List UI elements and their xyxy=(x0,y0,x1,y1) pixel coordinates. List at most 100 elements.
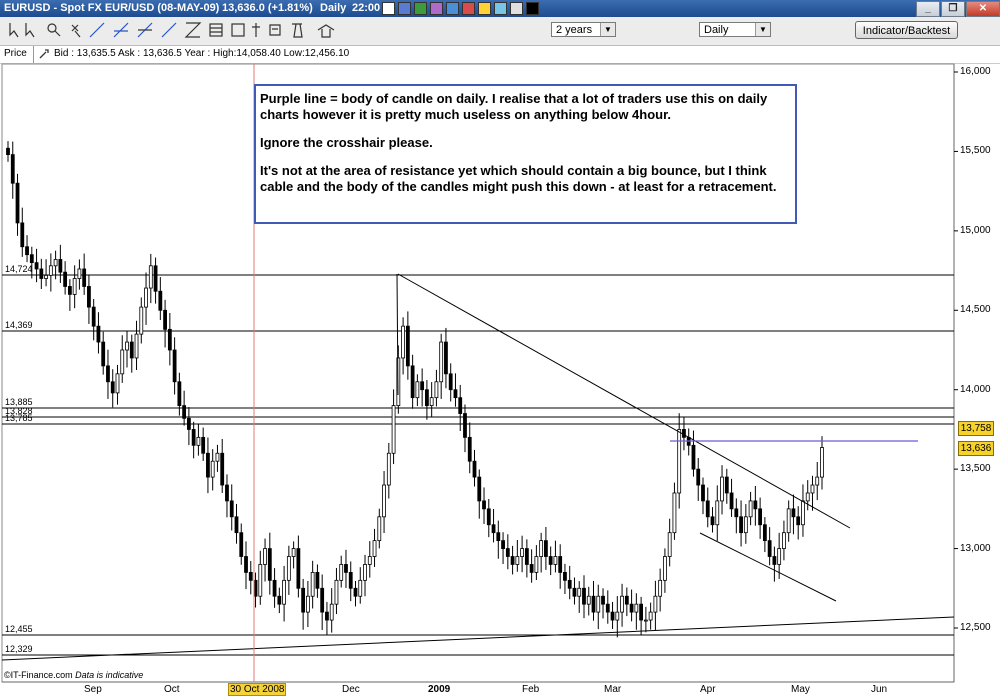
candle-body xyxy=(567,579,572,589)
candle-body xyxy=(134,333,139,359)
candle-body xyxy=(158,290,163,311)
candle-body xyxy=(286,556,291,581)
y-axis-label: 16,000 xyxy=(960,66,991,77)
candle-body xyxy=(325,611,329,621)
candle-body xyxy=(191,429,196,446)
candle-body xyxy=(591,595,596,613)
candle-body xyxy=(458,397,463,414)
candle-body xyxy=(225,484,229,502)
candle-body xyxy=(210,460,215,478)
candle-body xyxy=(139,306,144,335)
candle-body xyxy=(553,556,558,565)
candle-body xyxy=(810,484,815,494)
candle-body xyxy=(643,619,648,622)
candle-body xyxy=(63,271,68,287)
candle-body xyxy=(167,328,172,351)
candle-body xyxy=(153,265,158,292)
candle-body xyxy=(667,532,672,557)
candle-body xyxy=(748,500,753,518)
candle-body xyxy=(434,381,439,399)
y-axis-label: 13,000 xyxy=(960,542,991,554)
candle-body xyxy=(277,595,282,605)
candle-body xyxy=(796,516,801,526)
y-axis-label: 15,000 xyxy=(960,224,991,236)
candle-body xyxy=(82,268,87,287)
candle-body xyxy=(505,548,510,557)
candle-body xyxy=(448,373,453,391)
candle-body xyxy=(20,222,25,248)
candle-body xyxy=(58,259,63,273)
candle-body xyxy=(624,595,629,605)
candle-body xyxy=(401,325,405,359)
candle-body xyxy=(329,603,334,621)
x-axis-label: 30 Oct 2008 xyxy=(228,683,287,696)
candle-body xyxy=(705,500,710,518)
price-badge: 13,636 xyxy=(958,440,994,456)
x-axis-label: Oct xyxy=(164,684,180,695)
candle-body xyxy=(87,286,91,308)
y-axis-label: 14,000 xyxy=(960,383,991,395)
candle-body xyxy=(672,492,677,534)
x-axis-label: 2009 xyxy=(428,684,451,695)
candle-body xyxy=(301,587,306,613)
candle-body xyxy=(496,532,501,542)
candle-body xyxy=(696,468,701,486)
candle-body xyxy=(472,460,477,478)
candle-body xyxy=(244,556,248,573)
candle-body xyxy=(34,262,39,270)
candle-body xyxy=(586,595,591,605)
annotation-paragraph-3: It's not at the area of resistance yet w… xyxy=(260,163,777,194)
candle-body xyxy=(310,572,315,597)
candle-body xyxy=(677,429,682,494)
candle-body xyxy=(753,500,758,510)
candle-body xyxy=(663,556,667,581)
candle-body xyxy=(482,500,486,510)
candle-body xyxy=(529,564,534,573)
x-axis-label: Jun xyxy=(871,684,888,695)
candle-body xyxy=(115,373,120,394)
candle-body xyxy=(605,603,610,613)
candle-body xyxy=(782,532,786,549)
candle-body xyxy=(410,365,415,399)
candle-body xyxy=(291,548,296,557)
x-axis-label: Feb xyxy=(522,684,540,695)
candle-body xyxy=(201,436,206,454)
candle-body xyxy=(820,447,824,478)
candle-body xyxy=(548,556,553,565)
candle-body xyxy=(182,405,187,419)
candle-body xyxy=(344,564,348,573)
candle-body xyxy=(501,540,505,549)
candle-body xyxy=(805,492,810,502)
candle-body xyxy=(129,341,134,359)
x-axis-label: Mar xyxy=(604,684,622,695)
candle-body xyxy=(339,564,344,581)
level-label: 12,455 xyxy=(5,624,33,634)
annotation-text-box[interactable]: Purple line = body of candle on daily. I… xyxy=(254,84,797,224)
candle-body xyxy=(234,516,239,534)
candle-body xyxy=(701,484,705,502)
candle-body xyxy=(96,325,101,343)
candle-body xyxy=(486,508,491,526)
candle-body xyxy=(682,429,686,438)
annotation-paragraph-1: Purple line = body of candle on daily. I… xyxy=(260,91,768,122)
candle-body xyxy=(172,349,177,383)
candle-body xyxy=(615,611,620,621)
candle-body xyxy=(6,147,10,156)
candle-body xyxy=(491,524,496,534)
candle-body xyxy=(648,611,653,621)
candle-body xyxy=(25,246,29,256)
level-label: 14,369 xyxy=(5,320,33,330)
candle-body xyxy=(620,595,624,613)
candle-body xyxy=(363,564,367,581)
candle-body xyxy=(220,452,225,486)
footer-brand: ©IT-Finance.com xyxy=(4,670,73,680)
candle-body xyxy=(629,603,634,613)
candle-body xyxy=(48,265,53,276)
candle-body xyxy=(772,556,777,565)
candle-body xyxy=(206,452,210,478)
candle-body xyxy=(215,452,220,462)
candle-body xyxy=(515,556,520,565)
candle-body xyxy=(148,265,153,289)
candle-body xyxy=(248,572,253,581)
footer-credit: ©IT-Finance.com Data is indicative xyxy=(4,670,143,680)
